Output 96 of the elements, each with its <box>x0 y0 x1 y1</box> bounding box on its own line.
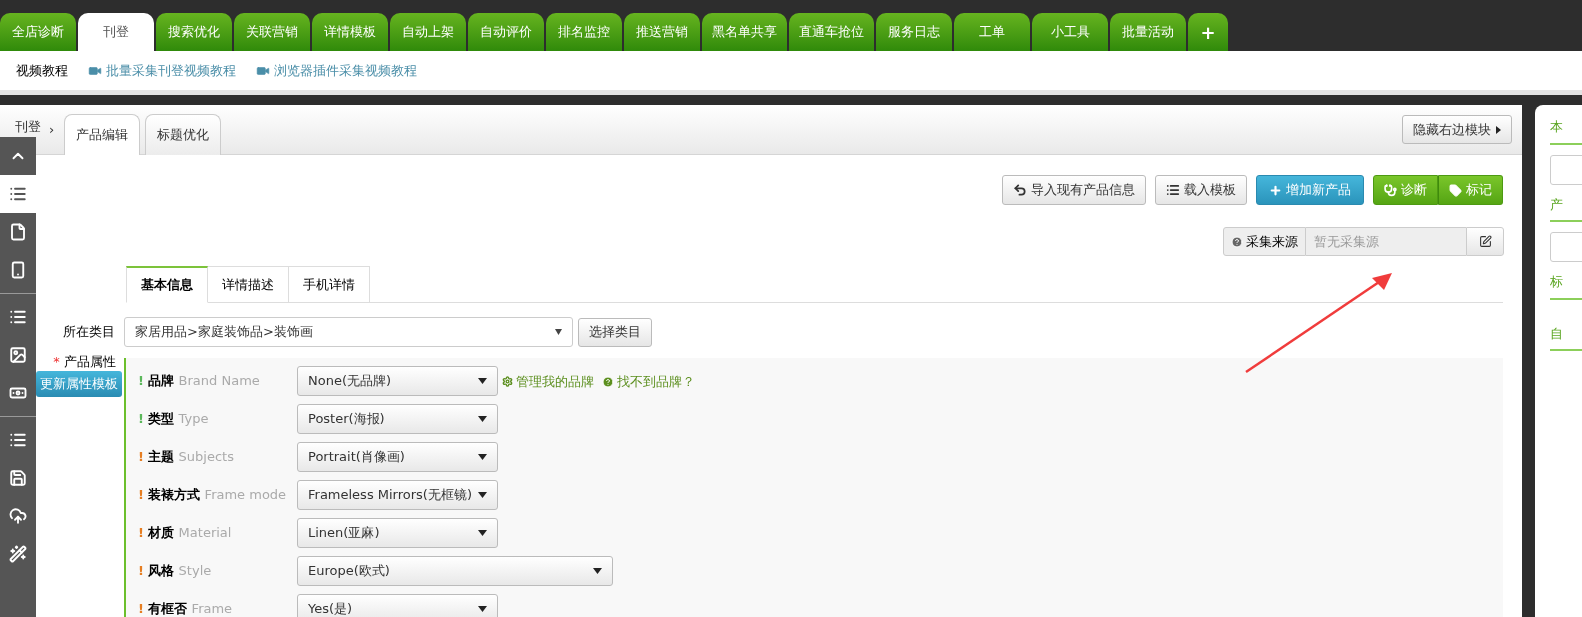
attribute-value: Frameless Mirrors(无框镜) <box>308 486 472 505</box>
page-tab[interactable]: 产品编辑 <box>64 114 141 155</box>
update-template-button[interactable]: 更新属性模板 <box>36 371 122 397</box>
nav-tab[interactable]: 自动上架 <box>390 13 466 51</box>
help-icon <box>602 375 614 388</box>
breadcrumb[interactable]: 刊登 <box>15 117 41 137</box>
list-icon <box>9 185 27 203</box>
caret-icon <box>478 454 487 460</box>
source-label: 采集来源 <box>1223 227 1306 256</box>
manage-brand-link[interactable]: 管理我的品牌 <box>502 372 594 392</box>
help-icon <box>1231 235 1243 248</box>
attribute-label: ! 材质 Material <box>138 524 233 542</box>
nav-tab[interactable]: 批量活动 <box>1110 13 1186 51</box>
attribute-label: ! 风格 Style <box>138 562 213 580</box>
magic-wand-icon <box>9 545 27 563</box>
nav-tab[interactable]: 推送营销 <box>624 13 700 51</box>
attribute-value: Yes(是) <box>308 600 353 617</box>
caret-icon <box>478 416 487 422</box>
section-title: 自 <box>1550 323 1582 351</box>
attributes-label: * 产品属性 <box>53 353 116 371</box>
load-template-button[interactable]: 载入模板 <box>1155 175 1247 205</box>
edit-icon <box>1478 235 1492 248</box>
attribute-value: None(无品牌) <box>308 372 392 391</box>
form-tab[interactable]: 基本信息 <box>126 266 208 303</box>
nav-tab[interactable]: 直通车抢位 <box>789 13 874 51</box>
phone-icon <box>9 261 27 279</box>
nav-tab[interactable]: 排名监控 <box>546 13 622 51</box>
cloud-upload-icon <box>9 507 27 525</box>
attribute-label: ! 类型 Type <box>138 410 210 428</box>
section-title: 产 <box>1550 194 1582 222</box>
attribute-select[interactable]: Europe(欧式) <box>297 556 613 586</box>
attribute-value: Portrait(肖像画) <box>308 448 405 467</box>
nav-tab[interactable]: 自动评价 <box>468 13 544 51</box>
gear-icon <box>502 376 513 388</box>
tutorial-link[interactable]: 批量采集刊登视频教程 <box>88 60 236 81</box>
nav-tab[interactable]: 关联营销 <box>234 13 310 51</box>
form-tab[interactable]: 手机详情 <box>289 266 370 303</box>
tag-icon <box>1449 183 1462 197</box>
section-title: 本 <box>1550 117 1582 145</box>
nav-tab[interactable]: 黑名单共享 <box>702 13 787 51</box>
edit-button[interactable] <box>1466 227 1504 256</box>
attribute-value: Poster(海报) <box>308 410 385 429</box>
mark-button[interactable]: 标记 <box>1438 175 1503 205</box>
nav-tab[interactable]: 全店诊断 <box>0 13 76 51</box>
add-tab[interactable]: + <box>1188 13 1228 51</box>
caret-icon <box>478 530 487 536</box>
hide-right-button[interactable]: 隐藏右边模块 <box>1402 115 1512 144</box>
nav-tab[interactable]: 工单 <box>954 13 1030 51</box>
image-icon <box>9 346 27 364</box>
attribute-select[interactable]: Poster(海报) <box>297 404 498 434</box>
form-tab[interactable]: 详情描述 <box>208 266 289 303</box>
attribute-label: ! 主题 Subjects <box>138 448 235 466</box>
attribute-value: Linen(亚麻) <box>308 524 380 543</box>
video-tutorial-title: 视频教程 <box>16 61 68 80</box>
plus-icon <box>1269 183 1282 197</box>
page-tab[interactable]: 标题优化 <box>145 114 222 155</box>
save-icon <box>9 469 27 487</box>
attribute-select[interactable]: Portrait(肖像画) <box>297 442 498 472</box>
attribute-select[interactable]: Frameless Mirrors(无框镜) <box>297 480 498 510</box>
list-icon <box>1166 183 1180 197</box>
source-field[interactable]: 暂无采集源 <box>1306 227 1466 256</box>
sidebar-button[interactable] <box>0 175 36 213</box>
brand-help-link[interactable]: 找不到品牌？ <box>602 372 695 392</box>
diagnose-button[interactable]: 诊断 <box>1373 175 1438 205</box>
nav-tab[interactable]: 详情模板 <box>312 13 388 51</box>
caret-icon <box>478 492 487 498</box>
caret-icon <box>478 606 487 612</box>
reply-arrow-icon <box>1013 183 1027 197</box>
breadcrumb-separator: › <box>49 120 55 139</box>
tutorial-link[interactable]: 浏览器插件采集视频教程 <box>256 60 417 81</box>
dropdown-arrow-icon <box>555 329 562 335</box>
import-button[interactable]: 导入现有产品信息 <box>1002 175 1146 205</box>
list-icon <box>9 308 27 326</box>
attribute-select[interactable]: Yes(是) <box>297 594 498 617</box>
file-icon <box>9 223 27 241</box>
stethoscope-icon <box>1384 183 1397 197</box>
add-product-button[interactable]: 增加新产品 <box>1256 175 1364 205</box>
nav-tab[interactable]: 小工具 <box>1032 13 1108 51</box>
section-title: 标 <box>1550 272 1582 300</box>
nav-tab[interactable]: 刊登 <box>78 13 154 51</box>
attribute-label: ! 装裱方式 Frame mode <box>138 486 288 504</box>
attribute-select[interactable]: None(无品牌) <box>297 366 498 396</box>
attribute-label: ! 品牌 Brand Name <box>138 372 261 390</box>
nav-tab[interactable]: 服务日志 <box>876 13 952 51</box>
caret-right-icon <box>1496 125 1501 134</box>
attribute-label: ! 有框否 Frame <box>138 600 234 617</box>
list-icon <box>9 431 27 449</box>
attribute-select[interactable]: Linen(亚麻) <box>297 518 498 548</box>
category-value: 家居用品>家庭装饰品>装饰画 <box>135 323 313 342</box>
nav-tab[interactable]: 搜索优化 <box>156 13 232 51</box>
attribute-value: Europe(欧式) <box>308 562 390 581</box>
caret-icon <box>593 568 602 574</box>
category-label: 所在类目 <box>62 323 115 342</box>
category-select[interactable]: 家居用品>家庭装饰品>装饰画 <box>124 317 573 347</box>
select-category-button[interactable]: 选择类目 <box>578 317 652 347</box>
caret-icon <box>478 378 487 384</box>
